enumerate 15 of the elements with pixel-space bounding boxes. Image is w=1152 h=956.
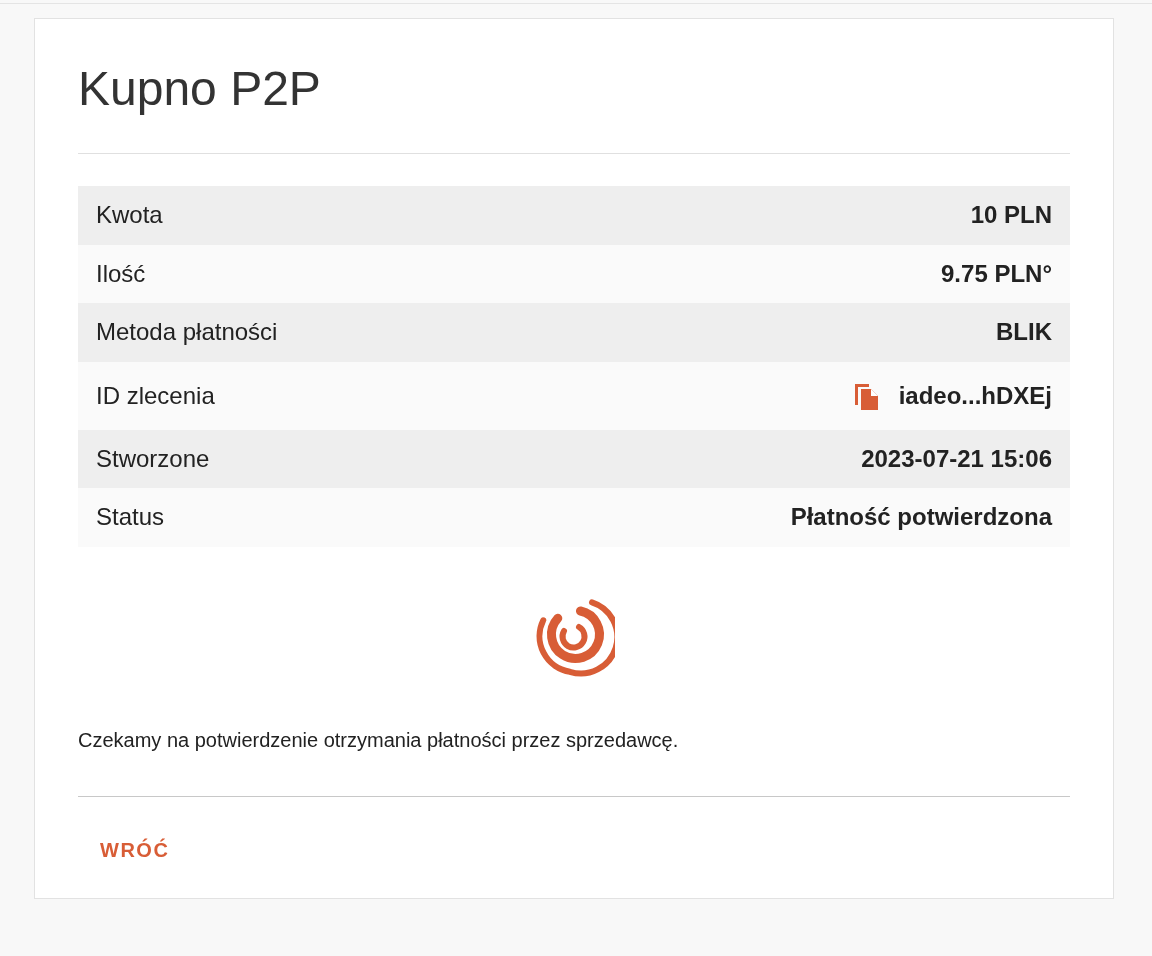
- row-label: Ilość: [96, 259, 146, 288]
- row-label: Status: [96, 503, 165, 532]
- row-label: ID zlecenia: [96, 381, 215, 410]
- row-value: 9.75 PLN°: [941, 259, 1052, 288]
- row-value: iadeo...hDXEj: [898, 381, 1052, 410]
- row-value: 10 PLN: [970, 201, 1052, 230]
- row-label: Metoda płatności: [96, 318, 278, 347]
- page-title: Kupno P2P: [78, 49, 1070, 154]
- row-value: BLIK: [996, 318, 1052, 347]
- row-value: Płatność potwierdzona: [790, 503, 1052, 532]
- row-value: 2023-07-21 15:06: [861, 444, 1052, 473]
- back-button[interactable]: WRÓĆ: [86, 830, 184, 870]
- info-message: Czekamy na potwierdzenie otrzymania płatności przez sprzedawcę.: [78, 728, 1070, 797]
- row-label: Kwota: [96, 201, 163, 230]
- row-label: Stworzone: [96, 444, 210, 473]
